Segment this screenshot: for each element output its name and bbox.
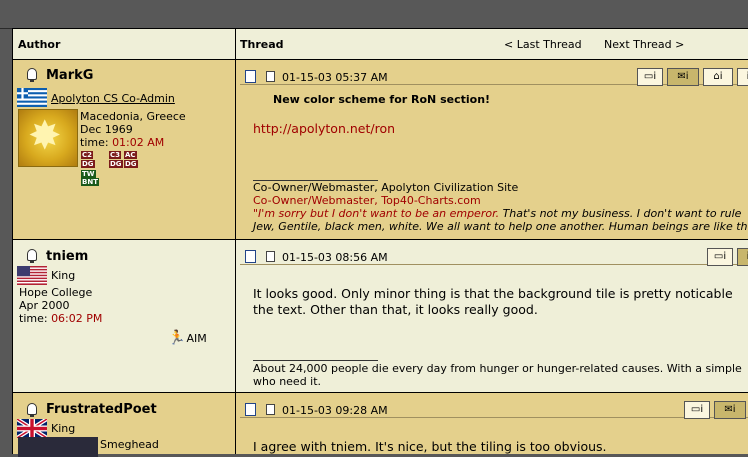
aim-button[interactable]: 🏃AIM — [168, 330, 207, 346]
table-header: Author Thread < Last Thread Next Thread … — [13, 29, 748, 60]
post-title: New color scheme for RoN section! — [273, 93, 491, 106]
post-content: 01-15-03 09:28 AM ▭i ✉i i I agree with t… — [236, 393, 748, 454]
online-status-icon — [27, 68, 37, 82]
badge: TW — [81, 170, 96, 178]
top-bar — [0, 0, 748, 29]
profile-button[interactable]: ▭i — [684, 401, 710, 419]
post-text-line: the text. Other than that, it looks real… — [253, 302, 538, 317]
avatar — [18, 437, 98, 457]
uk-flag-icon — [17, 419, 47, 438]
username[interactable]: tniem — [46, 249, 88, 264]
post-date: 01-15-03 08:56 AM — [282, 251, 388, 264]
join-date: Dec 1969 — [80, 123, 133, 136]
last-thread-link[interactable]: < Last Thread — [504, 38, 582, 51]
post-body: It looks good. Only minor thing is that … — [253, 286, 733, 318]
page-icon — [266, 71, 275, 82]
post-header: 01-15-03 09:28 AM ▭i ✉i i — [240, 397, 748, 419]
signature-link[interactable]: Co-Owner/Webmaster, Top40-Charts.com — [253, 194, 748, 207]
post-icon — [245, 250, 256, 263]
badge: BNT — [81, 178, 99, 186]
usa-flag-icon — [17, 266, 47, 285]
author-column-header: Author — [18, 38, 61, 51]
post-header: 01-15-03 05:37 AM ▭i ✉i ⌂i i — [240, 64, 748, 86]
signature: Co-Owner/Webmaster, Apolyton Civilizatio… — [253, 181, 748, 233]
badge: DG — [124, 160, 138, 168]
badge: DG — [81, 160, 95, 168]
signature-line: who need it. — [253, 375, 322, 388]
user-info: Macedonia, Greece Dec 1969 time: 01:02 A… — [80, 110, 186, 149]
badge: DG — [109, 160, 123, 168]
badge: AC — [124, 151, 137, 159]
thread-column-header: Thread — [240, 38, 284, 51]
username[interactable]: MarkG — [46, 68, 93, 83]
post-row: MarkG Apolyton CS Co-Admin Macedonia, Gr… — [13, 60, 748, 240]
local-time: time: 01:02 AM — [80, 136, 165, 149]
post-row: tniem King Hope College Apr 2000 time: 0… — [13, 240, 748, 393]
email-button[interactable]: ✉i — [714, 401, 746, 419]
username[interactable]: FrustratedPoet — [46, 402, 157, 417]
homepage-button[interactable]: ⌂i — [703, 68, 733, 86]
page-icon — [266, 251, 275, 262]
signature-line: About 24,000 people die every day from h… — [253, 362, 742, 375]
signature-quote: Jew, Gentile, black men, white. We all w… — [253, 220, 748, 233]
badge: C2 — [81, 151, 94, 159]
user-title: King — [51, 422, 76, 435]
join-date: Apr 2000 — [19, 299, 70, 312]
signature-line: Co-Owner/Webmaster, Apolyton Civilizatio… — [253, 181, 519, 194]
location: Hope College — [19, 286, 93, 299]
post-content: 01-15-03 05:37 AM ▭i ✉i ⌂i i New color s… — [236, 60, 748, 239]
email-button[interactable]: i — [737, 248, 748, 266]
signature-divider — [253, 360, 378, 361]
location: Smeghead — [100, 438, 159, 451]
author-panel: tniem King Hope College Apr 2000 time: 0… — [13, 240, 235, 392]
post-header: 01-15-03 08:56 AM ▭i i — [240, 244, 748, 266]
avatar — [18, 109, 78, 167]
user-title-link[interactable]: Apolyton CS Co-Admin — [51, 92, 175, 105]
post-icon — [245, 403, 256, 416]
post-link[interactable]: http://apolyton.net/ron — [253, 121, 395, 137]
local-time: time: 06:02 PM — [19, 312, 103, 325]
author-panel: MarkG Apolyton CS Co-Admin Macedonia, Gr… — [13, 60, 235, 239]
post-text-line: It looks good. Only minor thing is that … — [253, 286, 733, 301]
post-body: I agree with tniem. It's nice, but the t… — [253, 439, 607, 454]
online-status-icon — [27, 403, 37, 417]
badge: C3 — [109, 151, 122, 159]
email-button[interactable]: ✉i — [667, 68, 699, 86]
author-panel: FrustratedPoet King Smeghead — [13, 393, 235, 457]
signature-quote: "I'm sorry but I don't want to be an emp… — [253, 207, 742, 220]
user-title: King — [51, 269, 76, 282]
column-divider — [235, 29, 236, 59]
post-row: FrustratedPoet King Smeghead 01-15-03 09… — [13, 393, 748, 457]
signature: About 24,000 people die every day from h… — [253, 362, 742, 388]
aim-icon: 🏃 — [168, 330, 186, 346]
page-icon — [266, 404, 275, 415]
search-user-button[interactable]: i — [737, 68, 748, 86]
online-status-icon — [27, 249, 37, 263]
profile-button[interactable]: ▭i — [637, 68, 663, 86]
user-info: Hope College Apr 2000 time: 06:02 PM — [19, 286, 102, 325]
post-icon — [245, 70, 256, 83]
post-content: 01-15-03 08:56 AM ▭i i It looks good. On… — [236, 240, 748, 392]
location: Macedonia, Greece — [80, 110, 186, 123]
post-date: 01-15-03 09:28 AM — [282, 404, 388, 417]
post-date: 01-15-03 05:37 AM — [282, 71, 388, 84]
profile-button[interactable]: ▭i — [707, 248, 733, 266]
greece-flag-icon — [17, 88, 47, 107]
next-thread-link[interactable]: Next Thread > — [604, 38, 684, 51]
